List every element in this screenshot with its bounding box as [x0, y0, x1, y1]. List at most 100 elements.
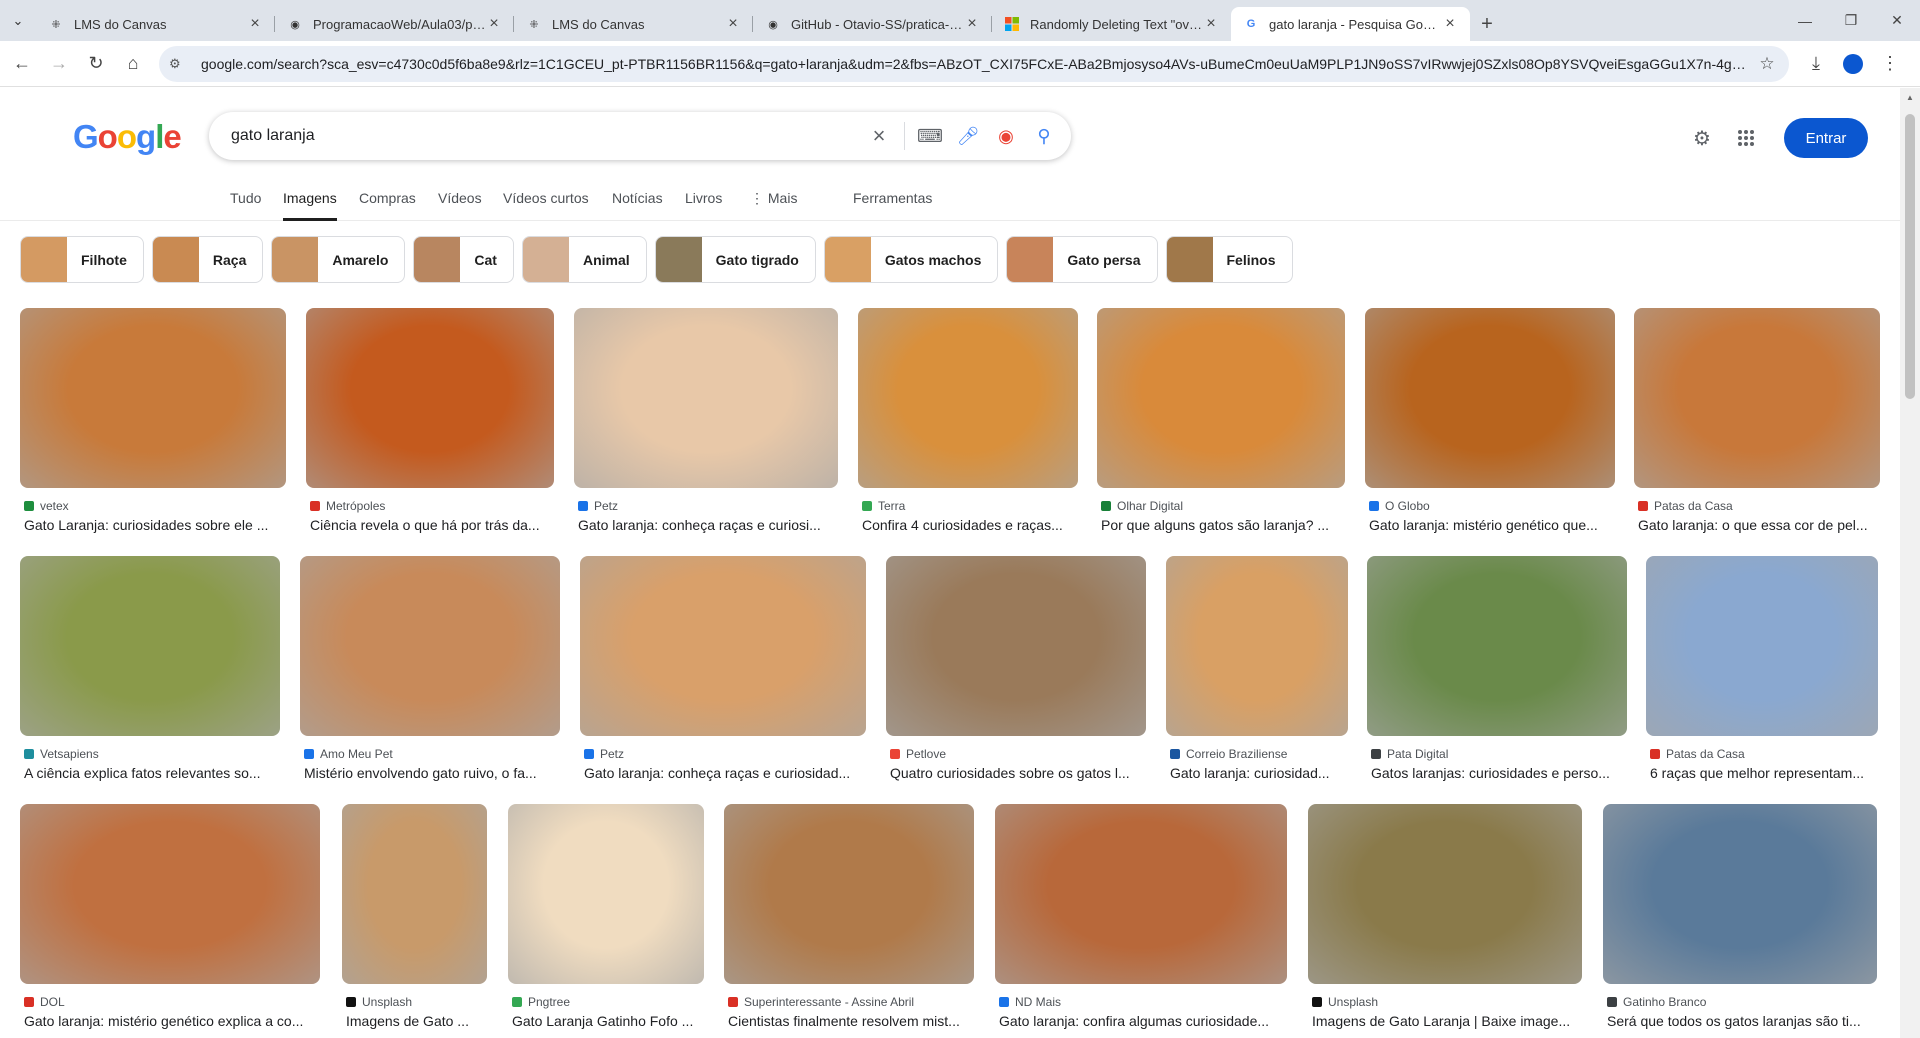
close-tab-icon[interactable]: ×	[964, 15, 980, 33]
search-box[interactable]: × ⌨ 🎤︎ ◉ ⚲	[209, 112, 1071, 160]
download-icon[interactable]: ⤓	[1798, 46, 1834, 82]
result-thumbnail[interactable]	[1166, 556, 1348, 736]
result-thumbnail[interactable]	[1646, 556, 1878, 736]
result-source[interactable]: Petz	[578, 499, 836, 513]
result-thumbnail[interactable]	[1603, 804, 1877, 984]
tab-search-button[interactable]: ⌄	[0, 0, 36, 41]
chip-3[interactable]: Cat	[413, 236, 514, 283]
result-thumbnail[interactable]	[1308, 804, 1582, 984]
tab-videos-curtos[interactable]: Vídeos curtos	[503, 190, 589, 221]
tab-mais[interactable]: ⋮ Mais	[750, 190, 797, 221]
result-title[interactable]: Gato Laranja: curiosidades sobre ele ...	[24, 517, 284, 533]
result-thumbnail[interactable]	[508, 804, 704, 984]
address-bar[interactable]: ⚙ google.com/search?sca_esv=c4730c0d5f6b…	[159, 45, 1789, 82]
result-title[interactable]: Gato laranja: conheça raças e curiosi...	[578, 517, 836, 533]
image-result-card[interactable]: Petlove Quatro curiosidades sobre os gato…	[886, 556, 1146, 782]
result-title[interactable]: A ciência explica fatos relevantes so...	[24, 765, 278, 781]
result-source[interactable]: Correio Braziliense	[1170, 747, 1346, 761]
close-window-icon[interactable]: ✕	[1874, 0, 1920, 41]
result-thumbnail[interactable]	[1634, 308, 1880, 488]
result-title[interactable]: Imagens de Gato Laranja | Baixe image...	[1312, 1013, 1580, 1029]
image-result-card[interactable]: Patas da Casa 6 raças que melhor represen…	[1646, 556, 1878, 782]
tab-videos[interactable]: Vídeos	[438, 190, 482, 221]
image-result-card[interactable]: Petz Gato laranja: conheça raças e curios…	[580, 556, 866, 782]
chip-4[interactable]: Animal	[521, 236, 647, 283]
result-title[interactable]: Confira 4 curiosidades e raças...	[862, 517, 1076, 533]
result-source[interactable]: vetex	[24, 499, 284, 513]
result-thumbnail[interactable]	[574, 308, 838, 488]
tab-noticias[interactable]: Notícias	[612, 190, 663, 221]
result-thumbnail[interactable]	[300, 556, 560, 736]
search-input[interactable]	[231, 127, 860, 145]
result-source[interactable]: Terra	[862, 499, 1076, 513]
settings-gear-icon[interactable]: ⚙	[1682, 118, 1722, 158]
chip-5[interactable]: Gato tigrado	[654, 236, 816, 283]
result-title[interactable]: Ciência revela o que há por trás da...	[310, 517, 552, 533]
browser-menu-icon[interactable]: ⋮	[1872, 46, 1908, 82]
result-source[interactable]: O Globo	[1369, 499, 1613, 513]
result-thumbnail[interactable]	[886, 556, 1146, 736]
result-source[interactable]: Amo Meu Pet	[304, 747, 558, 761]
image-result-card[interactable]: Petz Gato laranja: conheça raças e curios…	[574, 308, 838, 534]
close-tab-icon[interactable]: ×	[247, 15, 263, 33]
close-tab-icon[interactable]: ×	[1442, 15, 1458, 33]
back-arrow-icon[interactable]: ←	[4, 46, 40, 82]
result-title[interactable]: Imagens de Gato ...	[346, 1013, 485, 1029]
browser-tab-active[interactable]: Ggato laranja - Pesquisa Google ×	[1231, 7, 1470, 41]
image-result-card[interactable]: Olhar Digital Por que alguns gatos são la…	[1097, 308, 1345, 534]
result-source[interactable]: DOL	[24, 995, 318, 1009]
image-result-card[interactable]: Pata Digital Gatos laranjas: curiosidades…	[1367, 556, 1627, 782]
keyboard-icon[interactable]: ⌨	[911, 117, 949, 155]
result-source[interactable]: Metrópoles	[310, 499, 552, 513]
result-source[interactable]: Patas da Casa	[1638, 499, 1878, 513]
close-tab-icon[interactable]: ×	[1203, 15, 1219, 33]
chip-1[interactable]: Raça	[151, 236, 264, 283]
image-result-card[interactable]: vetex Gato Laranja: curiosidades sobre el…	[20, 308, 286, 534]
browser-tab[interactable]: ⁜ LMS do Canvas ×	[514, 7, 753, 41]
result-source[interactable]: Olhar Digital	[1101, 499, 1343, 513]
image-result-card[interactable]: Metrópoles Ciência revela o que há por tr…	[306, 308, 554, 534]
result-thumbnail[interactable]	[20, 308, 286, 488]
minimize-icon[interactable]: —	[1782, 0, 1828, 41]
result-title[interactable]: Gato laranja: mistério genético que...	[1369, 517, 1613, 533]
image-result-card[interactable]: Amo Meu Pet Mistério envolvendo gato ruiv…	[300, 556, 560, 782]
result-title[interactable]: Gato laranja: o que essa cor de pel...	[1638, 517, 1878, 533]
browser-tab[interactable]: ◉ ProgramacaoWeb/Aula03/porti ×	[275, 7, 514, 41]
result-source[interactable]: ND Mais	[999, 995, 1285, 1009]
new-tab-button[interactable]: +	[1470, 7, 1504, 41]
search-icon[interactable]: ⚲	[1025, 117, 1063, 155]
result-title[interactable]: Gato laranja: conheça raças e curiosidad…	[584, 765, 864, 781]
image-result-card[interactable]: Unsplash Imagens de Gato Laranja | Baixe …	[1308, 804, 1582, 1030]
result-thumbnail[interactable]	[1367, 556, 1627, 736]
clear-icon[interactable]: ×	[860, 117, 898, 155]
result-thumbnail[interactable]	[306, 308, 554, 488]
image-result-card[interactable]: Superinteressante - Assine Abril Cientist…	[724, 804, 974, 1030]
chip-0[interactable]: Filhote	[20, 236, 144, 283]
browser-tab[interactable]: Randomly Deleting Text "overty ×	[992, 7, 1231, 41]
close-tab-icon[interactable]: ×	[486, 15, 502, 33]
tab-ferramentas[interactable]: Ferramentas	[853, 190, 932, 221]
result-source[interactable]: Gatinho Branco	[1607, 995, 1875, 1009]
result-title[interactable]: 6 raças que melhor representam...	[1650, 765, 1876, 781]
image-result-card[interactable]: DOL Gato laranja: mistério genético expli…	[20, 804, 320, 1030]
result-thumbnail[interactable]	[342, 804, 487, 984]
result-thumbnail[interactable]	[1365, 308, 1615, 488]
microphone-icon[interactable]: 🎤︎	[949, 117, 987, 155]
image-result-card[interactable]: Unsplash Imagens de Gato ...	[342, 804, 487, 1030]
result-source[interactable]: Petz	[584, 747, 864, 761]
result-thumbnail[interactable]	[20, 804, 320, 984]
chip-2[interactable]: Amarelo	[271, 236, 406, 283]
reload-icon[interactable]: ↻	[78, 46, 114, 82]
address-url[interactable]: google.com/search?sca_esv=c4730c0d5f6ba8…	[201, 56, 1755, 72]
result-thumbnail[interactable]	[1097, 308, 1345, 488]
image-result-card[interactable]: ND Mais Gato laranja: confira algumas cur…	[995, 804, 1287, 1030]
result-title[interactable]: Gato laranja: mistério genético explica …	[24, 1013, 318, 1029]
tab-livros[interactable]: Livros	[685, 190, 722, 221]
close-tab-icon[interactable]: ×	[725, 15, 741, 33]
image-result-card[interactable]: Patas da Casa Gato laranja: o que essa co…	[1634, 308, 1880, 534]
result-title[interactable]: Cientistas finalmente resolvem mist...	[728, 1013, 972, 1029]
browser-tab[interactable]: ⁜ LMS do Canvas ×	[36, 7, 275, 41]
result-title[interactable]: Gatos laranjas: curiosidades e perso...	[1371, 765, 1625, 781]
bookmark-star-icon[interactable]: ☆	[1755, 54, 1779, 74]
scrollbar-thumb[interactable]	[1905, 114, 1915, 399]
